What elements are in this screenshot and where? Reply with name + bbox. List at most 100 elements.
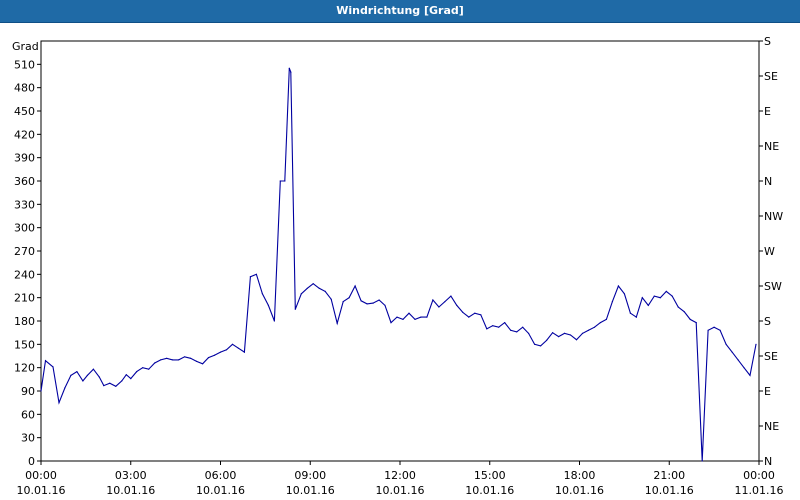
data-point	[384, 304, 386, 306]
data-point	[213, 354, 216, 356]
data-point	[563, 332, 566, 334]
right-axis-label: E	[764, 105, 771, 118]
data-point	[731, 351, 733, 353]
data-point	[486, 328, 488, 330]
y-tick-label: 420	[14, 128, 35, 141]
data-point	[701, 460, 703, 462]
data-point	[402, 318, 404, 320]
y-tick-label: 240	[14, 268, 35, 281]
data-point	[617, 285, 620, 287]
data-point	[225, 349, 228, 351]
y-tick-label: 120	[14, 362, 35, 375]
data-point	[749, 374, 751, 376]
data-point	[279, 180, 281, 182]
data-point	[86, 374, 88, 376]
data-point	[605, 318, 608, 320]
data-point	[372, 302, 374, 304]
data-point	[160, 359, 162, 361]
y-tick-label: 390	[14, 152, 35, 165]
data-point	[504, 322, 506, 324]
y-tick-label: 30	[21, 432, 35, 445]
data-point	[671, 295, 673, 297]
chart-window: Windrichtung [Grad] 0 30 60 90 120 150 180 210 2…	[0, 0, 800, 500]
right-axis-label: N	[764, 455, 772, 468]
data-point	[396, 316, 398, 318]
y-tick-label: 90	[21, 385, 35, 398]
x-tick-label-time: 21:00	[653, 469, 685, 482]
right-axis-label: NW	[764, 210, 783, 223]
y-tick-label: 300	[14, 222, 35, 235]
data-point	[312, 283, 314, 285]
y-tick-label: 450	[14, 105, 35, 118]
data-point	[354, 285, 356, 287]
data-point	[255, 273, 257, 275]
data-point	[665, 290, 667, 292]
data-point	[70, 374, 72, 376]
data-point	[348, 297, 350, 299]
data-point	[136, 371, 138, 373]
data-point	[92, 368, 94, 370]
data-point	[420, 316, 422, 318]
x-tick-label-date: 10.01.16	[376, 484, 425, 497]
x-tick-label-time: 15:00	[474, 469, 506, 482]
data-point	[342, 301, 344, 303]
data-point	[629, 312, 632, 314]
data-point	[125, 374, 127, 376]
data-point	[82, 380, 84, 382]
x-tick-label-time: 12:00	[384, 469, 416, 482]
data-point	[267, 304, 269, 306]
x-tick-label-date: 10.01.16	[286, 484, 335, 497]
data-point	[196, 360, 198, 362]
data-point	[593, 326, 596, 328]
data-point	[148, 368, 150, 370]
data-point	[695, 322, 697, 324]
y-tick-label: 210	[14, 292, 35, 305]
data-point	[546, 339, 548, 341]
y-tick-label: 60	[21, 408, 35, 421]
data-point	[172, 359, 174, 361]
x-tick-label-date: 10.01.16	[555, 484, 604, 497]
data-point	[178, 359, 180, 361]
data-point	[318, 287, 320, 289]
data-point	[154, 362, 156, 364]
data-point	[707, 329, 709, 331]
x-tick-label-time: 06:00	[205, 469, 237, 482]
x-tick-label-date: 10.01.16	[196, 484, 245, 497]
data-point	[468, 316, 470, 318]
data-point	[294, 308, 296, 310]
x-tick-label-time: 00:00	[743, 469, 775, 482]
data-point	[516, 331, 518, 333]
data-point	[330, 298, 332, 300]
data-point	[599, 322, 602, 324]
y-tick-label: 360	[14, 175, 35, 188]
data-point	[492, 325, 494, 327]
data-point	[121, 380, 123, 382]
data-point	[581, 332, 584, 334]
data-point	[366, 303, 368, 305]
x-tick-label-date: 10.01.16	[465, 484, 514, 497]
data-point	[659, 297, 661, 299]
x-tick-label-date: 10.01.16	[106, 484, 155, 497]
data-point	[456, 304, 458, 306]
data-point	[641, 297, 643, 299]
right-axis-label: W	[764, 245, 775, 258]
data-point	[324, 290, 326, 292]
data-point	[142, 367, 144, 369]
data-point	[336, 322, 338, 324]
x-tick-label-time: 09:00	[294, 469, 326, 482]
right-axis-label: SW	[764, 280, 782, 293]
data-point	[98, 376, 100, 378]
data-point	[438, 306, 440, 308]
data-point	[76, 371, 78, 373]
data-point	[719, 329, 721, 331]
data-point	[414, 318, 416, 320]
data-point	[528, 332, 530, 334]
data-point	[130, 378, 132, 380]
data-point	[115, 385, 117, 387]
data-point	[426, 316, 428, 318]
data-point	[653, 295, 655, 297]
data-point	[635, 316, 637, 318]
data-point	[58, 402, 60, 404]
data-point	[103, 385, 105, 387]
plot-frame	[40, 40, 760, 462]
